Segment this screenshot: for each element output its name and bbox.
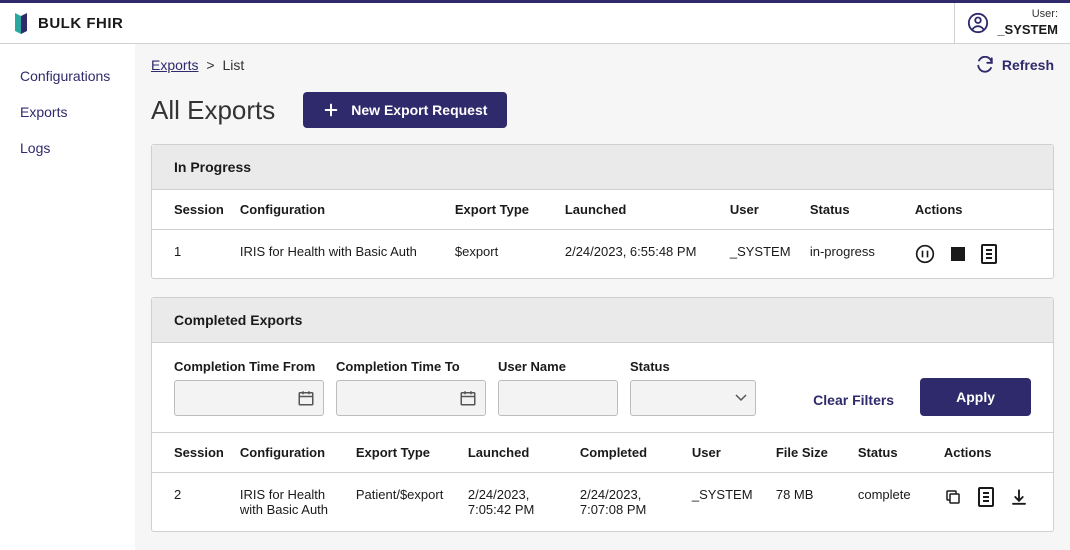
col-file-size: File Size <box>768 433 850 473</box>
sidebar: Configurations Exports Logs <box>0 44 135 550</box>
pause-icon[interactable] <box>915 244 935 264</box>
col-session: Session <box>152 433 232 473</box>
cell-launched: 2/24/2023, 6:55:48 PM <box>557 230 722 279</box>
filter-from-label: Completion Time From <box>174 359 324 374</box>
page-title: All Exports <box>151 95 275 126</box>
filter-from-input[interactable] <box>174 380 324 416</box>
new-export-button[interactable]: New Export Request <box>303 92 507 128</box>
table-header-row: Session Configuration Export Type Launch… <box>152 433 1053 473</box>
filter-status-select[interactable] <box>630 380 756 416</box>
cell-config: IRIS for Health with Basic Auth <box>232 473 348 532</box>
calendar-icon <box>459 389 477 407</box>
cell-config: IRIS for Health with Basic Auth <box>232 230 447 279</box>
cell-session: 2 <box>152 473 232 532</box>
refresh-icon <box>976 56 994 74</box>
sidebar-item-configurations[interactable]: Configurations <box>0 58 135 94</box>
in-progress-panel: In Progress Session Configuration Export… <box>151 144 1054 279</box>
col-actions: Actions <box>907 190 1053 230</box>
col-launched: Launched <box>460 433 572 473</box>
cell-status: complete <box>850 473 936 532</box>
col-config: Configuration <box>232 433 348 473</box>
title-row: All Exports New Export Request <box>151 92 1054 128</box>
cell-file-size: 78 MB <box>768 473 850 532</box>
sidebar-item-logs[interactable]: Logs <box>0 130 135 166</box>
refresh-label: Refresh <box>1002 57 1054 73</box>
apply-button[interactable]: Apply <box>920 378 1031 416</box>
top-bar-left: BULK FHIR <box>12 11 123 35</box>
filter-user: User Name <box>498 359 618 416</box>
table-header-row: Session Configuration Export Type Launch… <box>152 190 1053 230</box>
col-export-type: Export Type <box>348 433 460 473</box>
details-icon[interactable] <box>978 487 994 507</box>
calendar-icon <box>297 389 315 407</box>
col-status: Status <box>802 190 907 230</box>
filter-status: Status <box>630 359 756 416</box>
app-title: BULK FHIR <box>38 15 123 32</box>
cell-export-type: $export <box>447 230 557 279</box>
col-user: User <box>722 190 802 230</box>
col-completed: Completed <box>572 433 684 473</box>
col-user: User <box>684 433 768 473</box>
completed-panel: Completed Exports Completion Time From C… <box>151 297 1054 532</box>
completed-title: Completed Exports <box>152 298 1053 343</box>
refresh-button[interactable]: Refresh <box>976 56 1054 74</box>
user-icon <box>967 12 989 34</box>
col-actions: Actions <box>936 433 1053 473</box>
user-info: User: _SYSTEM <box>997 7 1058 38</box>
cell-completed: 2/24/2023, 7:07:08 PM <box>572 473 684 532</box>
breadcrumb: Exports > List <box>151 57 244 73</box>
content: Exports > List Refresh All Exports New E… <box>135 44 1070 550</box>
completed-table: Session Configuration Export Type Launch… <box>152 433 1053 531</box>
copy-icon[interactable] <box>944 488 962 506</box>
breadcrumb-current: List <box>222 57 244 73</box>
breadcrumb-bar: Exports > List Refresh <box>151 56 1054 74</box>
in-progress-title: In Progress <box>152 145 1053 190</box>
new-export-label: New Export Request <box>351 102 487 118</box>
cell-actions <box>936 473 1053 532</box>
user-area[interactable]: User: _SYSTEM <box>954 3 1058 43</box>
breadcrumb-root[interactable]: Exports <box>151 57 198 73</box>
stop-icon[interactable] <box>951 247 965 261</box>
table-row: 1 IRIS for Health with Basic Auth $expor… <box>152 230 1053 279</box>
cell-session: 1 <box>152 230 232 279</box>
col-export-type: Export Type <box>447 190 557 230</box>
details-icon[interactable] <box>981 244 997 264</box>
breadcrumb-sep: > <box>206 57 218 73</box>
user-name: _SYSTEM <box>997 22 1058 39</box>
col-session: Session <box>152 190 232 230</box>
main-wrap: Configurations Exports Logs Exports > Li… <box>0 44 1070 550</box>
download-icon[interactable] <box>1010 488 1028 506</box>
cell-launched: 2/24/2023, 7:05:42 PM <box>460 473 572 532</box>
filter-bar: Completion Time From Completion Time To <box>152 343 1053 433</box>
filter-to: Completion Time To <box>336 359 486 416</box>
filter-status-label: Status <box>630 359 756 374</box>
filter-user-label: User Name <box>498 359 618 374</box>
cell-status: in-progress <box>802 230 907 279</box>
user-label: User: <box>1032 7 1058 21</box>
cell-user: _SYSTEM <box>722 230 802 279</box>
filter-to-label: Completion Time To <box>336 359 486 374</box>
top-bar: BULK FHIR User: _SYSTEM <box>0 0 1070 44</box>
plus-icon <box>323 102 339 118</box>
filter-user-input[interactable] <box>498 380 618 416</box>
logo-icon <box>12 11 30 35</box>
sidebar-item-exports[interactable]: Exports <box>0 94 135 130</box>
cell-export-type: Patient/$export <box>348 473 460 532</box>
cell-actions <box>907 230 1053 279</box>
col-launched: Launched <box>557 190 722 230</box>
filter-from: Completion Time From <box>174 359 324 416</box>
in-progress-table: Session Configuration Export Type Launch… <box>152 190 1053 278</box>
chevron-down-icon <box>735 394 747 402</box>
col-config: Configuration <box>232 190 447 230</box>
cell-user: _SYSTEM <box>684 473 768 532</box>
filter-to-input[interactable] <box>336 380 486 416</box>
col-status: Status <box>850 433 936 473</box>
clear-filters-link[interactable]: Clear Filters <box>813 392 894 416</box>
table-row: 2 IRIS for Health with Basic Auth Patien… <box>152 473 1053 532</box>
